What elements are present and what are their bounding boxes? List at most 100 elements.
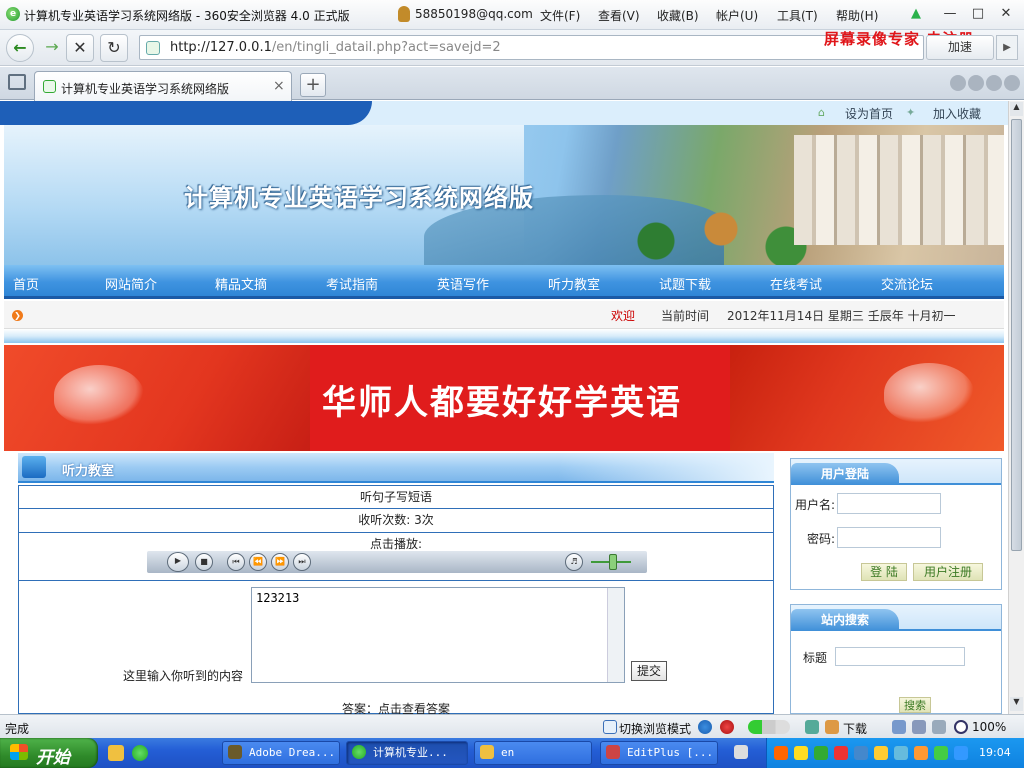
tab-scroll-right-icon[interactable] — [968, 75, 984, 91]
tray-icon-8[interactable] — [914, 746, 928, 760]
nav-home[interactable]: 首页 — [13, 274, 39, 293]
toggle-switch-icon[interactable] — [748, 720, 790, 734]
toolbar-more-icon[interactable]: ▶ — [996, 35, 1018, 60]
keyboard-icon[interactable] — [734, 745, 748, 759]
volume-icon[interactable]: ♬ — [565, 553, 583, 571]
site-title: 计算机专业英语学习系统网络版 — [184, 183, 534, 212]
scroll-thumb[interactable] — [1011, 119, 1022, 551]
view-answer-link[interactable]: 答案：点击查看答案 — [19, 700, 773, 714]
answer-input[interactable] — [251, 587, 625, 683]
start-label: 开始 — [36, 748, 70, 768]
tray-icon-7[interactable] — [894, 746, 908, 760]
register-button[interactable]: 用户注册 — [913, 563, 983, 581]
date-text: 2012年11月14日 星期三 壬辰年 十月初一 — [727, 309, 956, 323]
tab-close-icon[interactable]: × — [273, 78, 285, 94]
zoom-icon[interactable] — [954, 720, 968, 734]
menu-view[interactable]: 查看(V) — [598, 7, 640, 24]
new-tab-button[interactable]: + — [300, 73, 326, 97]
add-favorite-link[interactable]: 加入收藏 — [933, 105, 981, 122]
switch-mode-button[interactable]: 切换浏览模式 — [619, 720, 691, 737]
nav-exam-guide[interactable]: 考试指南 — [326, 274, 378, 293]
top-strip-tab — [0, 101, 372, 125]
minimize-button[interactable]: — — [940, 5, 960, 23]
fast-forward-icon[interactable]: ⏩ — [271, 553, 289, 571]
media-player: ▶ ■ ⏮ ⏪ ⏩ ⏭ ♬ — [147, 551, 647, 573]
scroll-down-icon[interactable]: ▼ — [1010, 697, 1023, 711]
zoom-level[interactable]: 100% — [972, 720, 1006, 734]
nav-writing[interactable]: 英语写作 — [437, 274, 489, 293]
security-icon[interactable] — [720, 720, 734, 734]
back-button[interactable]: ← — [6, 34, 34, 62]
editplus-icon — [606, 745, 620, 759]
download-icon[interactable] — [825, 720, 839, 734]
tab-scroll-left-icon[interactable] — [950, 75, 966, 91]
rewind-icon[interactable]: ⏪ — [249, 553, 267, 571]
answer-scrollbar[interactable] — [607, 588, 624, 682]
set-homepage-link[interactable]: 设为首页 — [845, 105, 893, 122]
volume-slider[interactable] — [609, 554, 617, 570]
screenshot-icon[interactable] — [805, 720, 819, 734]
tab-list-icon[interactable] — [986, 75, 1002, 91]
tray-icon-6[interactable] — [874, 746, 888, 760]
tab-active[interactable]: 计算机专业英语学习系统网络版 × — [34, 71, 292, 101]
sidebar-toggle-icon[interactable] — [8, 74, 26, 90]
nav-download[interactable]: 试题下载 — [659, 274, 711, 293]
speedup-button[interactable]: 加速 — [926, 35, 994, 60]
tray-icon-1[interactable] — [774, 746, 788, 760]
status-text: 完成 — [5, 722, 30, 736]
skin-shirt-icon[interactable]: ▲ — [906, 5, 926, 23]
nav-digest[interactable]: 精品文摘 — [215, 274, 267, 293]
play-icon[interactable]: ▶ — [167, 552, 189, 572]
tab-menu-icon[interactable] — [1004, 75, 1020, 91]
download-button[interactable]: 下载 — [843, 720, 867, 737]
close-window-button[interactable]: ✕ — [996, 5, 1016, 23]
listening-panel-title: 听力教室 — [62, 464, 115, 479]
login-button[interactable]: 登 陆 — [861, 563, 907, 581]
tray-icon-9[interactable] — [934, 746, 948, 760]
tray-icon-4[interactable] — [834, 746, 848, 760]
quicklaunch-folder-icon[interactable] — [108, 745, 124, 761]
account-email[interactable]: 58850198@qq.com — [415, 7, 533, 21]
status-tool-icon[interactable] — [892, 720, 906, 734]
stop-icon[interactable]: ■ — [195, 553, 213, 571]
slogan-banner-left — [4, 345, 310, 451]
submit-button[interactable]: 提交 — [631, 661, 667, 681]
scroll-up-icon[interactable]: ▲ — [1010, 102, 1023, 116]
password-input[interactable] — [837, 527, 941, 548]
url-input[interactable]: http://127.0.0.1/en/tingli_datail.php?ac… — [139, 35, 924, 60]
ie-mode-icon[interactable] — [698, 720, 712, 734]
dove-image-left — [54, 365, 144, 425]
forward-button[interactable]: → — [38, 34, 66, 62]
main-nav: 首页 网站简介 精品文摘 考试指南 英语写作 听力教室 试题下载 在线考试 交流… — [4, 265, 1004, 299]
panel-header-fade — [558, 453, 774, 481]
menu-account[interactable]: 帐户(U) — [716, 7, 758, 24]
maximize-button[interactable]: □ — [968, 5, 988, 23]
menu-favorites[interactable]: 收藏(B) — [657, 7, 699, 24]
speaker-icon[interactable] — [932, 720, 946, 734]
tray-icon-10[interactable] — [954, 746, 968, 760]
login-panel-title: 用户登陆 — [791, 463, 899, 485]
nav-online-exam[interactable]: 在线考试 — [770, 274, 822, 293]
tray-icon-3[interactable] — [814, 746, 828, 760]
nav-forum[interactable]: 交流论坛 — [881, 274, 933, 293]
page-scrollbar[interactable]: ▲ ▼ — [1008, 101, 1024, 714]
info-bar: ❯ 欢迎 当前时间 2012年11月14日 星期三 壬辰年 十月初一 — [4, 301, 1004, 329]
search-button[interactable]: 搜索 — [899, 697, 931, 713]
keyword-input[interactable] — [835, 647, 965, 666]
tray-icon-5[interactable] — [854, 746, 868, 760]
nav-listening[interactable]: 听力教室 — [548, 274, 600, 293]
quicklaunch-browser-icon[interactable] — [132, 745, 148, 761]
username-input[interactable] — [837, 493, 941, 514]
refresh-button[interactable]: ↻ — [100, 34, 128, 62]
menu-tools[interactable]: 工具(T) — [777, 7, 818, 24]
menu-help[interactable]: 帮助(H) — [836, 7, 878, 24]
tray-qq-icon[interactable] — [794, 746, 808, 760]
tab-favicon-icon — [43, 80, 56, 93]
user-icon[interactable] — [398, 6, 410, 22]
nav-intro[interactable]: 网站简介 — [105, 274, 157, 293]
next-track-icon[interactable]: ⏭ — [293, 553, 311, 571]
menu-file[interactable]: 文件(F) — [540, 7, 580, 24]
status-page-icon[interactable] — [912, 720, 926, 734]
prev-track-icon[interactable]: ⏮ — [227, 553, 245, 571]
stop-button[interactable]: ✕ — [66, 34, 94, 62]
